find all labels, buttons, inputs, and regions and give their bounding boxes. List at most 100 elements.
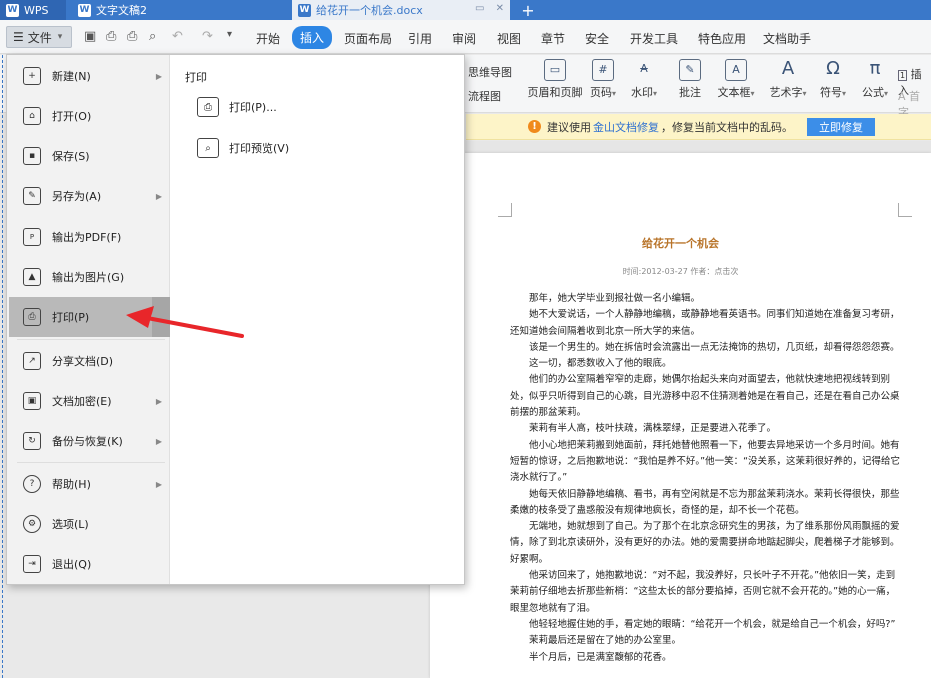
tab-label: 给花开一个机会.docx: [316, 4, 423, 17]
repair-link[interactable]: 金山文档修复: [593, 119, 659, 135]
margin-corner-mark: [498, 203, 512, 217]
pdf-icon: P: [23, 228, 41, 246]
menu-review[interactable]: 审阅: [452, 30, 476, 47]
mind-map-button[interactable]: 思维导图: [468, 64, 512, 80]
lock-icon: ▣: [23, 392, 41, 410]
menu-developer-tools[interactable]: 开发工具: [630, 30, 678, 47]
menu-separator: [17, 462, 165, 463]
tab-controls: ▭ ✕: [467, 3, 504, 14]
print-submenu-title: 打印: [185, 71, 207, 84]
document-page[interactable]: 给花开一个机会 时间:2012-03-27 作者：点击次 那年，她大学毕业到报社…: [430, 153, 931, 678]
warning-icon: !: [528, 120, 541, 133]
menu-insert[interactable]: 插入: [292, 26, 333, 49]
red-annotation-arrow: [126, 306, 244, 338]
file-menu-save[interactable]: ▪ 保存(S): [9, 136, 170, 176]
formula-button[interactable]: π 公式▾: [859, 59, 891, 100]
tab-document-2[interactable]: W 文字文稿2: [70, 0, 285, 20]
tab-label: 文字文稿2: [96, 4, 147, 17]
paragraph: 他小心地把茉莉搬到她面前，拜托她替他照看一下，他要去异地采访一个多月时间。她有短…: [510, 439, 901, 484]
repair-notice-bar: ! 建议使用 金山文档修复 ，修复当前文档中的乱码。 立即修复: [466, 114, 931, 140]
paragraph: 半个月后，已是满室馥郁的花香。: [529, 651, 672, 663]
file-menu-exit[interactable]: ⇥ 退出(Q): [9, 544, 170, 584]
close-icon[interactable]: ✕: [496, 3, 504, 14]
save-icon[interactable]: ▣: [84, 29, 96, 44]
comment-icon: ✎: [679, 59, 701, 81]
writer-doc-icon: W: [78, 3, 91, 17]
number-icon: 1: [898, 70, 908, 81]
text-box-button[interactable]: A 文本框▾: [716, 59, 756, 100]
menu-security[interactable]: 安全: [585, 30, 609, 47]
watermark-button[interactable]: A 水印▾: [627, 59, 661, 100]
help-icon: ?: [23, 475, 41, 493]
file-menu-button[interactable]: ☰ 文件 ▾: [6, 26, 72, 48]
print-preview-icon[interactable]: ⌕: [149, 29, 156, 44]
drop-cap-icon: A: [898, 90, 906, 103]
comment-button[interactable]: ✎ 批注: [675, 59, 705, 100]
submenu-arrow-icon: ▶: [155, 479, 162, 489]
pi-icon: π: [869, 58, 881, 79]
paragraph: 她每天依旧静静地编稿、看书，再有空闲就是不忘为那盆茉莉浇水。茉莉长得很快，那些柔…: [510, 488, 900, 516]
file-menu-new[interactable]: + 新建(N) ▶: [9, 56, 170, 96]
print-submenu-preview[interactable]: ⌕ 打印预览(V): [197, 134, 289, 162]
document-body: 那年，她大学毕业到报社做一名小编辑。 她不大爱说话，一个人静静地编稿，或静静地看…: [510, 291, 902, 666]
file-menu-encrypt[interactable]: ▣ 文档加密(E) ▶: [9, 381, 170, 421]
menu-view[interactable]: 视图: [497, 30, 521, 47]
printer-icon: ⎙: [197, 97, 219, 117]
paragraph: 茉莉有半人高，枝叶扶疏，满株翠绿，正是要进入花季了。: [529, 423, 777, 435]
tab-wps[interactable]: W WPS: [0, 0, 66, 20]
print-icon[interactable]: ⎙: [127, 29, 137, 44]
paragraph: 她不大爱说话，一个人静静地编稿，或静静地看英语书。同事们知道她在准备复习考研，还…: [510, 309, 900, 337]
new-tab-button[interactable]: +: [518, 0, 538, 20]
file-menu-help[interactable]: ? 帮助(H) ▶: [9, 464, 170, 504]
redo-icon[interactable]: ↷: [202, 29, 213, 44]
restore-icon[interactable]: ▭: [475, 3, 484, 14]
paragraph: 他采访回来了，她抱歉地说：“对不起，我没养好，只长叶子不开花。”他依旧一笑，走到…: [510, 570, 896, 614]
save-icon: ▪: [23, 147, 41, 165]
menu-special-apps[interactable]: 特色应用: [698, 30, 746, 47]
share-icon: ↗: [23, 352, 41, 370]
menu-chapter[interactable]: 章节: [541, 30, 565, 47]
undo-icon[interactable]: ↶: [172, 29, 183, 44]
file-menu-backup[interactable]: ↻ 备份与恢复(K) ▶: [9, 421, 170, 461]
paragraph: 那年，她大学毕业到报社做一名小编辑。: [529, 293, 701, 304]
page-number-button[interactable]: # 页码▾: [588, 59, 618, 100]
file-menu-options[interactable]: ⚙ 选项(L): [9, 504, 170, 544]
file-menu-share[interactable]: ↗ 分享文档(D): [9, 341, 170, 381]
file-menu-export-pdf[interactable]: P 输出为PDF(F): [9, 217, 170, 257]
file-label: 文件: [27, 30, 52, 45]
flowchart-button[interactable]: 流程图: [468, 88, 501, 104]
file-menu-save-as[interactable]: ✎ 另存为(A) ▶: [9, 176, 170, 216]
menu-doc-assistant[interactable]: 文档助手: [763, 30, 811, 47]
header-footer-button[interactable]: ▭ 页眉和页脚: [527, 59, 583, 100]
tab-label: WPS: [24, 3, 49, 17]
paragraph: 这一切，都悉数收入了他的眼底。: [529, 358, 672, 370]
paragraph: 他们的办公室隔着窄窄的走廊，她偶尔抬起头来向对面望去，他就快速地把视线转到别处，…: [510, 374, 900, 419]
page-number-icon: #: [592, 59, 614, 81]
menu-page-layout[interactable]: 页面布局: [344, 30, 392, 47]
watermark-icon: A: [640, 62, 648, 75]
notice-prefix: 建议使用: [547, 120, 591, 134]
tab-active-document[interactable]: W 给花开一个机会.docx ▭ ✕: [292, 0, 510, 20]
file-menu-export-image[interactable]: ▲ 输出为图片(G): [9, 257, 170, 297]
menu-bar: ☰ 文件 ▾ ▣ ⎙ ⎙ ⌕ ↶ ↷ ▾ 开始 插入 页面布局 引用 审阅 视图…: [0, 20, 931, 54]
header-footer-icon: ▭: [544, 59, 566, 81]
notice-suffix: ，修复当前文档中的乱码。: [661, 120, 793, 134]
submenu-arrow-icon: ▶: [155, 71, 162, 81]
document-meta: 时间:2012-03-27 作者：点击次: [622, 267, 739, 276]
menu-references[interactable]: 引用: [408, 30, 432, 47]
word-art-button[interactable]: A 艺术字▾: [766, 59, 810, 100]
paragraph: 该是一个男生的。她在拆信时会流露出一点无法掩饰的热切，几页纸，却看得怨怨怨赛。: [529, 341, 900, 353]
folder-icon: ⌂: [23, 107, 41, 125]
export-icon[interactable]: ⎙: [106, 29, 116, 44]
document-title: 给花开一个机会: [642, 237, 719, 250]
customize-toolbar-icon[interactable]: ▾: [227, 29, 232, 40]
wps-logo-icon: W: [6, 3, 19, 17]
file-menu-open[interactable]: ⌂ 打开(O): [9, 96, 170, 136]
tab-bar: W WPS W 文字文稿2 W 给花开一个机会.docx ▭ ✕ +: [0, 0, 931, 20]
symbol-button[interactable]: Ω 符号▾: [818, 59, 848, 100]
chevron-down-icon: ▾: [57, 32, 63, 42]
gear-icon: ⚙: [23, 515, 41, 533]
menu-home[interactable]: 开始: [256, 30, 280, 47]
print-submenu-print[interactable]: ⎙ 打印(P)...: [197, 93, 277, 121]
repair-now-button[interactable]: 立即修复: [807, 117, 875, 136]
